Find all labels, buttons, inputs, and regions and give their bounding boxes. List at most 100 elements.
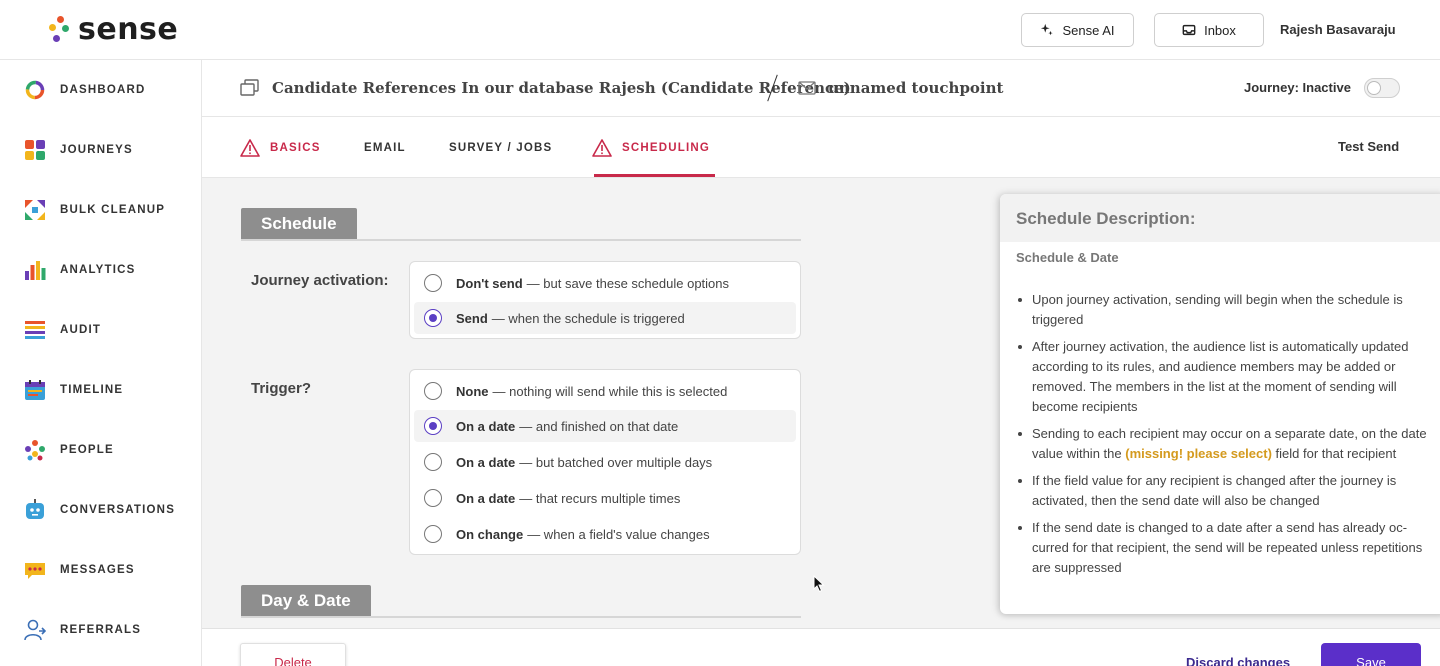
journey-activation-label: Journey activation: — [251, 272, 389, 289]
radio-button-selected[interactable] — [424, 417, 442, 435]
option-title: On change — [456, 526, 524, 542]
trigger-option-on-date-recurs[interactable]: On a date — that recurs multiple times — [414, 482, 796, 514]
sidebar-item-audit[interactable]: AUDIT — [24, 319, 101, 341]
activation-option-dont-send[interactable]: Don't send — but save these schedule opt… — [414, 267, 796, 299]
sidebar-item-label: PEOPLE — [60, 444, 114, 456]
option-description: — when a field's value changes — [527, 526, 710, 542]
messages-bubble-icon — [24, 559, 46, 581]
copy-pages-icon — [240, 79, 259, 96]
sense-ai-label: Sense AI — [1062, 22, 1115, 38]
save-button[interactable]: Save — [1321, 643, 1421, 666]
trigger-label: Trigger? — [251, 380, 312, 397]
breadcrumb-journey[interactable]: Candidate References In our database Raj… — [240, 79, 851, 97]
missing-field-warning: (missing! please select) — [1125, 446, 1272, 461]
top-bar: sense Sense AI Inbox Rajesh Basavaraju — [0, 0, 1440, 60]
description-item: After journey activation, the audience l… — [1018, 337, 1436, 417]
scheduling-panel: Schedule Journey activation: Don't send … — [202, 178, 1440, 628]
option-title: On a date — [456, 454, 516, 470]
option-title: Send — [456, 310, 488, 326]
delete-button[interactable]: Delete — [240, 643, 346, 666]
tab-label: EMAIL — [364, 141, 406, 154]
section-divider — [241, 616, 801, 618]
toggle-knob — [1367, 81, 1381, 95]
option-description: — but batched over multiple days — [519, 454, 713, 470]
sidebar-item-messages[interactable]: MESSAGES — [24, 559, 135, 581]
trigger-option-on-change[interactable]: On change — when a field's value changes — [414, 518, 796, 550]
sense-logo[interactable]: sense — [48, 12, 178, 47]
tab-label: BASICS — [270, 141, 321, 154]
referrals-user-icon — [24, 619, 46, 641]
sidebar-item-journeys[interactable]: JOURNEYS — [24, 139, 133, 161]
touchpoint-name: unnamed touchpoint — [828, 79, 1004, 97]
envelope-icon — [798, 81, 816, 95]
journey-active-toggle[interactable] — [1364, 78, 1400, 98]
journey-name: Candidate References In our database Raj… — [272, 79, 851, 97]
conversations-bot-icon — [24, 499, 46, 521]
sidebar-item-label: CONVERSATIONS — [60, 504, 176, 516]
trigger-option-on-date-finished[interactable]: On a date — and finished on that date — [414, 410, 796, 442]
option-title: On a date — [456, 418, 516, 434]
discard-changes-button[interactable]: Discard changes — [1186, 655, 1290, 666]
logo-dots-icon — [48, 14, 72, 46]
tab-scheduling[interactable]: SCHEDULING — [592, 117, 710, 178]
description-item: Upon journey activation, sending will be… — [1018, 290, 1436, 330]
description-item: If the send date is changed to a date af… — [1018, 518, 1436, 578]
sidebar-item-analytics[interactable]: ANALYTICS — [24, 259, 136, 281]
sidebar-item-timeline[interactable]: TIMELINE — [24, 379, 123, 401]
sidebar-item-label: BULK CLEANUP — [60, 204, 166, 216]
tab-label: SURVEY / JOBS — [449, 141, 553, 154]
sidebar-item-label: TIMELINE — [60, 384, 124, 396]
activation-options: Don't send — but save these schedule opt… — [409, 261, 801, 339]
dashboard-ring-icon — [24, 79, 46, 101]
sidebar-item-conversations[interactable]: CONVERSATIONS — [24, 499, 175, 521]
analytics-bars-icon — [24, 259, 46, 281]
trigger-option-on-date-batched[interactable]: On a date — but batched over multiple da… — [414, 446, 796, 478]
radio-button[interactable] — [424, 453, 442, 471]
sidebar-item-label: REFERRALS — [60, 624, 142, 636]
radio-button[interactable] — [424, 382, 442, 400]
mouse-cursor-icon — [813, 575, 825, 593]
sidebar-item-label: AUDIT — [60, 324, 102, 336]
option-description: — nothing will send while this is select… — [492, 383, 728, 399]
tab-basics[interactable]: BASICS — [240, 117, 321, 178]
trigger-options: None — nothing will send while this is s… — [409, 369, 801, 555]
description-item: If the field value for any recipient is … — [1018, 471, 1436, 511]
radio-button[interactable] — [424, 489, 442, 507]
warning-triangle-icon — [592, 138, 612, 157]
inbox-tray-icon — [1182, 24, 1196, 36]
tab-label: SCHEDULING — [622, 141, 711, 154]
section-divider — [241, 239, 801, 241]
touchpoint-tabs: BASICS EMAIL SURVEY / JOBS SCHEDULING Te… — [202, 117, 1440, 178]
bulk-cleanup-icon — [24, 199, 46, 221]
radio-button-selected[interactable] — [424, 309, 442, 327]
description-header: Schedule Description: — [1000, 194, 1440, 242]
breadcrumb-touchpoint[interactable]: unnamed touchpoint — [798, 79, 1003, 97]
option-title: On a date — [456, 490, 516, 506]
warning-triangle-icon — [240, 138, 260, 157]
tab-survey-jobs[interactable]: SURVEY / JOBS — [449, 117, 552, 178]
description-list: Upon journey activation, sending will be… — [1018, 290, 1436, 585]
sidebar-item-label: MESSAGES — [60, 564, 135, 576]
option-description: — that recurs multiple times — [519, 490, 681, 506]
sidebar-item-dashboard[interactable]: DASHBOARD — [24, 79, 146, 101]
description-title: Schedule Description: — [1016, 209, 1196, 228]
sidebar-item-bulk-cleanup[interactable]: BULK CLEANUP — [24, 199, 165, 221]
trigger-option-none[interactable]: None — nothing will send while this is s… — [414, 375, 796, 407]
user-name[interactable]: Rajesh Basavaraju — [1280, 22, 1396, 37]
sidebar-item-referrals[interactable]: REFERRALS — [24, 619, 141, 641]
sidebar-item-people[interactable]: PEOPLE — [24, 439, 114, 461]
inbox-button[interactable]: Inbox — [1154, 13, 1264, 47]
activation-option-send[interactable]: Send — when the schedule is triggered — [414, 302, 796, 334]
tab-email[interactable]: EMAIL — [364, 117, 406, 178]
journey-header: Candidate References In our database Raj… — [202, 60, 1440, 117]
schedule-section-title: Schedule — [241, 208, 357, 240]
option-title: Don't send — [456, 275, 523, 291]
people-icon — [24, 439, 46, 461]
test-send-button[interactable]: Test Send — [1338, 139, 1399, 154]
radio-button[interactable] — [424, 274, 442, 292]
sparkle-icon — [1041, 23, 1054, 36]
audit-list-icon — [24, 319, 46, 341]
radio-button[interactable] — [424, 525, 442, 543]
sense-ai-button[interactable]: Sense AI — [1021, 13, 1134, 47]
sidebar-item-label: JOURNEYS — [60, 144, 133, 156]
